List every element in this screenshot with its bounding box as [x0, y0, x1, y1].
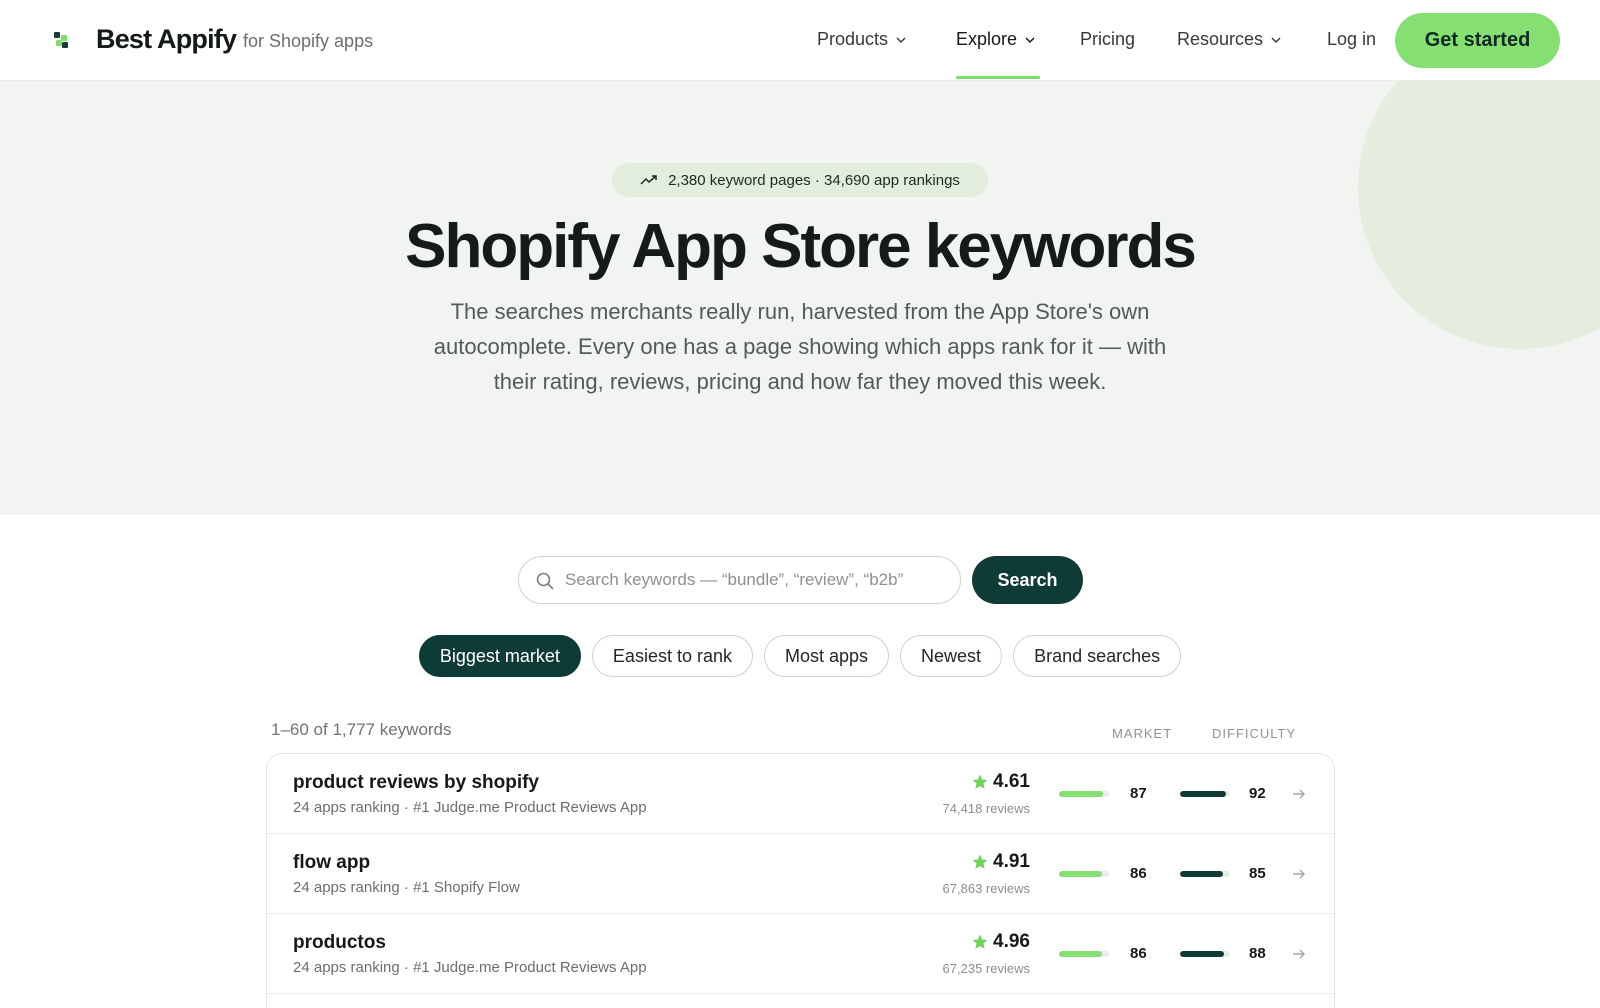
rating: 4.91	[971, 851, 1030, 873]
market-bar	[1059, 871, 1109, 877]
star-icon	[972, 774, 988, 789]
search-input[interactable]	[565, 565, 945, 595]
trending-up-icon	[640, 175, 657, 185]
rating-value: 4.61	[993, 771, 1030, 792]
keyword-meta: 24 apps ranking · #1 Judge.me Product Re…	[293, 959, 647, 976]
page-description: The searches merchants really run, harve…	[433, 299, 1167, 394]
market-bar	[1059, 951, 1109, 957]
nav-active-indicator	[956, 76, 1040, 79]
difficulty-bar-fill	[1180, 791, 1226, 797]
login-link[interactable]: Log in	[1327, 29, 1376, 50]
nav-explore-label: Explore	[956, 29, 1018, 49]
difficulty-score: 85	[1249, 865, 1266, 882]
rating-value: 4.91	[993, 851, 1030, 872]
review-count: 67,863 reviews	[942, 881, 1030, 896]
tab-easiest-to-rank[interactable]: Easiest to rank	[591, 635, 753, 677]
hero-section: 2,380 keyword pages · 34,690 app ranking…	[0, 81, 1600, 515]
market-score: 86	[1130, 945, 1147, 962]
review-count: 74,418 reviews	[942, 801, 1030, 816]
table-row[interactable]: product reviews by shopify 24 apps ranki…	[267, 754, 1334, 834]
nav-products-label: Products	[817, 29, 889, 49]
keyword-name[interactable]: product reviews by shopify	[293, 772, 539, 794]
arrow-right-icon[interactable]	[1291, 946, 1307, 962]
market-score: 87	[1130, 785, 1147, 802]
chevron-down-icon	[1271, 36, 1281, 43]
column-header-market: MARKET	[1112, 726, 1173, 741]
logo-icon[interactable]	[54, 32, 70, 48]
search-field[interactable]	[518, 556, 961, 604]
nav-products[interactable]: Products	[817, 29, 907, 50]
market-bar-fill	[1059, 791, 1103, 797]
difficulty-bar-fill	[1180, 871, 1223, 877]
sort-tabs: Biggest market Easiest to rank Most apps…	[0, 635, 1600, 677]
difficulty-score: 88	[1249, 945, 1266, 962]
stats-badge: 2,380 keyword pages · 34,690 app ranking…	[612, 163, 988, 197]
tab-biggest-market[interactable]: Biggest market	[418, 635, 581, 677]
stats-text: 2,380 keyword pages · 34,690 app ranking…	[668, 171, 960, 189]
search-icon	[536, 572, 554, 590]
nav-pricing-label: Pricing	[1080, 29, 1136, 49]
arrow-right-icon[interactable]	[1291, 866, 1307, 882]
nav-resources-label: Resources	[1177, 29, 1264, 49]
nav-resources[interactable]: Resources	[1177, 29, 1282, 50]
market-bar-fill	[1059, 871, 1102, 877]
keyword-name[interactable]: flow app	[293, 852, 370, 874]
nav-explore[interactable]: Explore	[956, 29, 1036, 50]
difficulty-bar	[1180, 951, 1230, 957]
tab-most-apps[interactable]: Most apps	[763, 635, 890, 677]
difficulty-score: 92	[1249, 785, 1266, 802]
market-bar	[1059, 791, 1109, 797]
page-title: Shopify App Store keywords	[405, 212, 1197, 281]
keyword-meta: 24 apps ranking · #1 Shopify Flow	[293, 879, 520, 896]
difficulty-bar	[1180, 791, 1230, 797]
chevron-down-icon	[1025, 36, 1035, 43]
rating: 4.96	[971, 931, 1030, 953]
search-button[interactable]: Search	[972, 556, 1083, 604]
star-icon	[972, 934, 988, 949]
chevron-down-icon	[896, 36, 906, 43]
table-row[interactable]: flow app 24 apps ranking · #1 Shopify Fl…	[267, 834, 1334, 914]
tab-newest[interactable]: Newest	[900, 635, 1003, 677]
nav-pricing[interactable]: Pricing	[1080, 29, 1135, 50]
table-row[interactable]: productos 24 apps ranking · #1 Judge.me …	[267, 914, 1334, 994]
site-header: Best Appify for Shopify apps Products Ex…	[0, 0, 1600, 81]
rating-value: 4.96	[993, 931, 1030, 952]
get-started-button[interactable]: Get started	[1395, 13, 1560, 68]
market-bar-fill	[1059, 951, 1102, 957]
keyword-name[interactable]: productos	[293, 932, 386, 954]
star-icon	[972, 854, 988, 869]
difficulty-bar-fill	[1180, 951, 1224, 957]
arrow-right-icon[interactable]	[1291, 786, 1307, 802]
column-header-difficulty: DIFFICULTY	[1212, 726, 1297, 741]
keyword-meta: 24 apps ranking · #1 Judge.me Product Re…	[293, 799, 647, 816]
keyword-list: product reviews by shopify 24 apps ranki…	[266, 753, 1335, 1008]
brand-name[interactable]: Best Appify	[96, 24, 237, 55]
market-score: 86	[1130, 865, 1147, 882]
review-count: 67,235 reviews	[942, 961, 1030, 976]
difficulty-bar	[1180, 871, 1230, 877]
tab-brand-searches[interactable]: Brand searches	[1013, 635, 1182, 677]
brand-tagline: for Shopify apps	[243, 31, 374, 51]
rating: 4.61	[971, 771, 1030, 793]
result-count: 1–60 of 1,777 keywords	[271, 720, 452, 739]
